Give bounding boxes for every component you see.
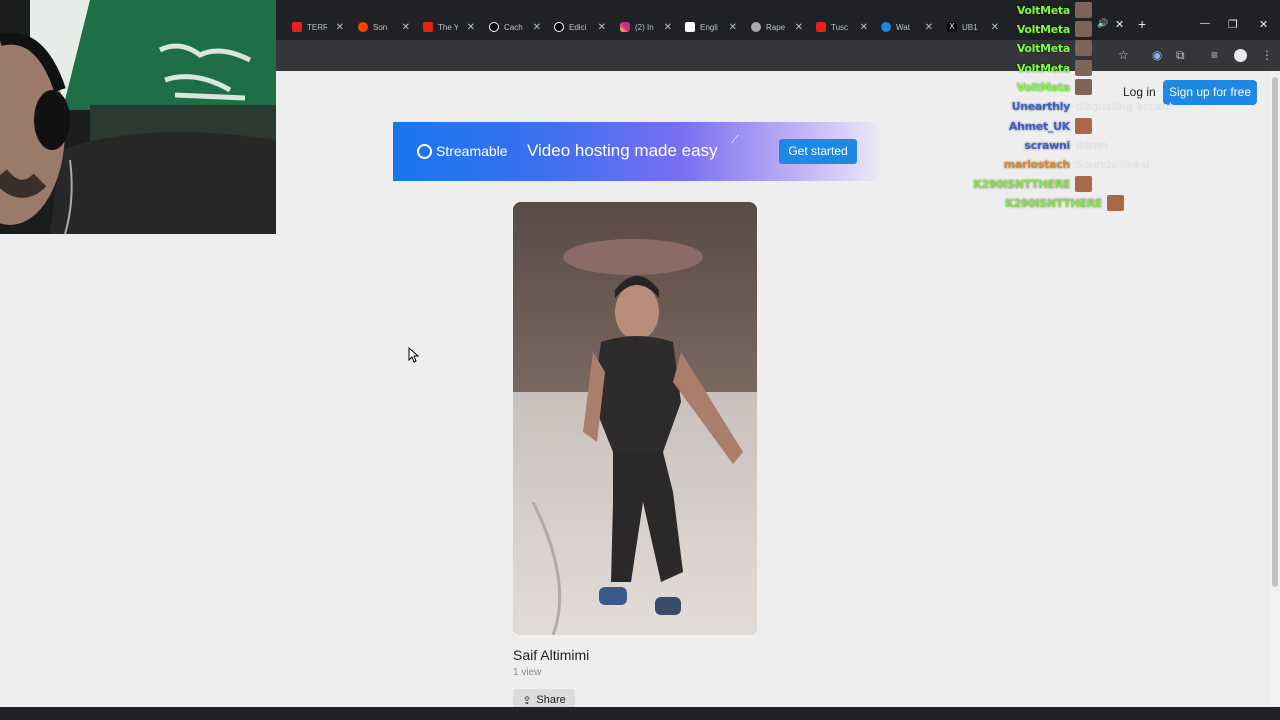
browser-tab[interactable]: (2) In ✕ (620, 14, 672, 40)
tab-close-icon[interactable]: ✕ (664, 22, 672, 33)
chat-message: K290ISNTTHERE (992, 194, 1130, 212)
chat-username: Ahmet_UK (1008, 119, 1070, 133)
tab-title: TERR (307, 22, 327, 32)
chat-username: K290ISNTTHERE (973, 177, 1070, 191)
chat-message: scrawni damn (960, 136, 1107, 154)
webcam-overlay (0, 0, 276, 234)
youtube-icon (292, 22, 302, 32)
tab-title: Tusc (831, 22, 849, 32)
tab-close-icon[interactable]: ✕ (533, 22, 541, 33)
share-label: Share (536, 694, 566, 706)
close-window-button[interactable]: ✕ (1259, 18, 1268, 31)
tiktok-icon (554, 22, 564, 32)
tab-close-icon[interactable]: ✕ (795, 22, 803, 33)
video-player[interactable] (513, 202, 757, 635)
tab-close-icon[interactable]: ✕ (729, 22, 737, 33)
instagram-icon (620, 22, 630, 32)
youtube-icon (816, 22, 826, 32)
share-icon: ⇪ (522, 694, 532, 707)
tab-close-icon[interactable]: ✕ (860, 22, 868, 33)
youtube-icon (423, 22, 433, 32)
chat-message: VoltMeta (960, 1, 1098, 19)
chat-text: damn (1076, 138, 1108, 152)
chat-username: VoltMeta (1016, 41, 1070, 55)
emote-icon (1075, 60, 1092, 76)
tab-title: Cach (504, 22, 523, 32)
browser-tab[interactable]: Rape ✕ (751, 14, 803, 40)
chat-username: mariostach (1003, 157, 1071, 171)
chat-message: Unearthly disgusting accent (960, 97, 1174, 115)
browser-tab[interactable]: TERR ✕ (292, 14, 344, 40)
tab-close-icon[interactable]: ✕ (925, 22, 933, 33)
mouse-cursor-icon (408, 347, 420, 363)
browser-tab[interactable]: Son ✕ (358, 14, 410, 40)
emote-icon (1075, 79, 1092, 95)
view-count: 1 view (513, 667, 542, 678)
browser-tab[interactable]: The Y ✕ (423, 14, 475, 40)
sparkle-icon: ⟋ (731, 134, 739, 146)
tab-close-icon[interactable]: ✕ (598, 22, 606, 33)
emote-icon (1075, 40, 1092, 56)
chat-username: VoltMeta (1016, 3, 1070, 17)
emote-icon (1075, 2, 1092, 18)
emote-icon (1107, 195, 1124, 211)
banner-brand: Streamable (436, 143, 508, 159)
tab-title: Rape (766, 22, 786, 32)
browser-tab[interactable]: Engli ✕ (685, 14, 737, 40)
streamable-icon (881, 22, 891, 32)
get-started-button[interactable]: Get started (779, 139, 857, 164)
chat-message: VoltMeta (960, 39, 1098, 57)
chat-message: mariostach Sounds like u (960, 155, 1149, 173)
browser-tab[interactable]: Cach ✕ (489, 14, 541, 40)
page-scrollbar[interactable] (1270, 71, 1280, 707)
tab-close-icon[interactable]: ✕ (336, 22, 344, 33)
chat-username: VoltMeta (1016, 80, 1070, 94)
webcam-feed (0, 0, 276, 234)
video-frame (513, 202, 757, 635)
menu-kebab-icon[interactable]: ⋮ (1261, 48, 1273, 62)
tab-title: (2) In (635, 22, 654, 32)
profile-avatar-icon[interactable] (1234, 49, 1247, 62)
banner-tagline: Video hosting made easy (527, 141, 718, 160)
chat-text: Sounds like u (1076, 157, 1150, 171)
tab-close-icon[interactable]: ✕ (402, 22, 410, 33)
emote-icon (1075, 21, 1092, 37)
tab-close-icon[interactable]: ✕ (467, 22, 475, 33)
tab-title: The Y (438, 22, 458, 32)
stream-chat-overlay: VoltMeta VoltMeta VoltMeta VoltMeta Volt… (960, 0, 1180, 220)
emote-icon (1075, 118, 1092, 134)
browser-tab[interactable]: Wat ✕ (881, 14, 933, 40)
page-icon (685, 22, 695, 32)
browser-tab[interactable]: Edici ✕ (554, 14, 606, 40)
chat-text: disgusting accent (1076, 99, 1174, 113)
chat-message: Ahmet_UK (960, 117, 1098, 135)
chat-username: VoltMeta (1016, 61, 1070, 75)
scrollbar-thumb[interactable] (1272, 77, 1278, 587)
chat-message: VoltMeta (960, 20, 1098, 38)
taskbar-edge (0, 707, 1280, 720)
chat-message: VoltMeta (960, 59, 1098, 77)
restore-button[interactable]: ❐ (1228, 18, 1238, 31)
chat-message: K290ISNTTHERE (960, 175, 1098, 193)
media-controls-icon[interactable]: ≡ (1211, 48, 1218, 62)
globe-icon (751, 22, 761, 32)
x-icon: X (947, 22, 957, 32)
tab-title: Son (373, 22, 388, 32)
minimize-button[interactable]: — (1200, 18, 1210, 29)
video-title: Saif Altimimi (513, 647, 590, 663)
emote-icon (1075, 176, 1092, 192)
browser-tab[interactable]: Tusc ✕ (816, 14, 868, 40)
tab-title: Wat (896, 22, 910, 32)
tiktok-icon (489, 22, 499, 32)
promo-banner[interactable]: Streamable Video hosting made easy ⟋ Get… (393, 122, 877, 181)
tab-title: Edici (569, 22, 587, 32)
chat-username: K290ISNTTHERE (1005, 196, 1102, 210)
chat-message: VoltMeta (960, 78, 1098, 96)
chat-username: scrawni (1024, 138, 1070, 152)
streamable-logo-icon (417, 144, 432, 159)
tab-title: Engli (700, 22, 718, 32)
chat-username: VoltMeta (1016, 22, 1070, 36)
reddit-icon (358, 22, 368, 32)
chat-username: Unearthly (1011, 99, 1071, 113)
